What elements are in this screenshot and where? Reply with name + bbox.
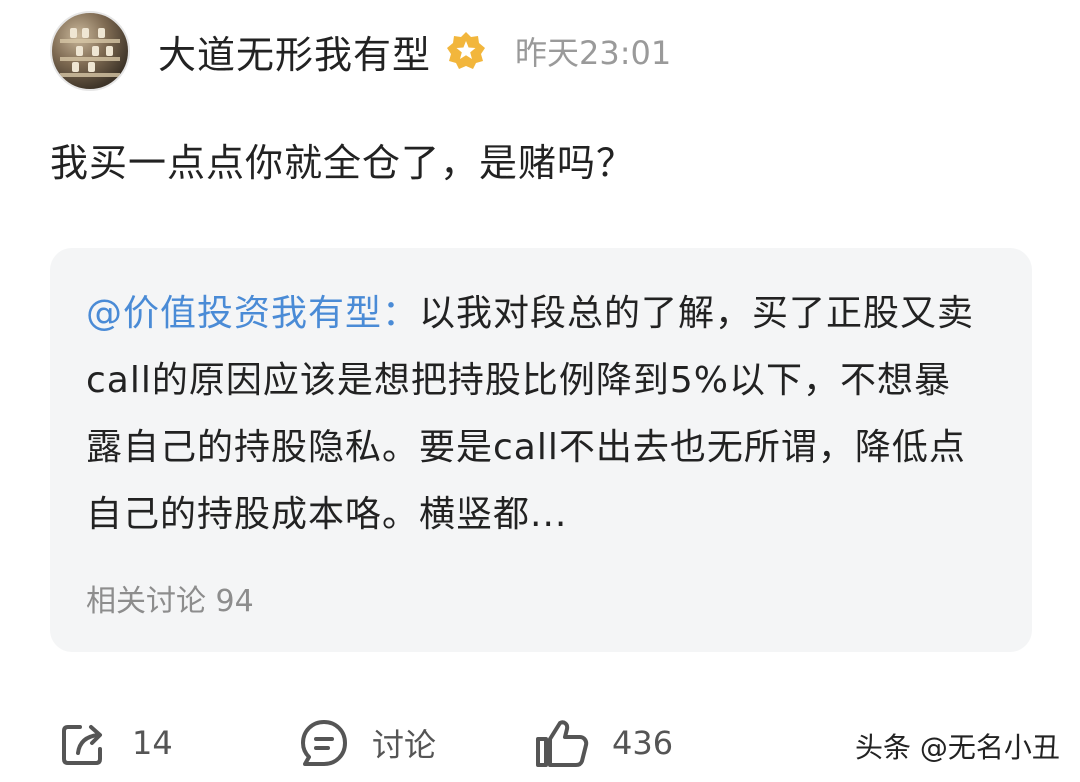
related-discussion-count[interactable]: 相关讨论 94 [86,576,254,620]
thumbs-up-icon [536,720,589,767]
comment-icon [301,720,347,766]
vip-star-badge-icon [445,30,487,72]
comment-label: 讨论 [372,726,437,764]
mention-link[interactable]: @价值投资我有型： [86,293,419,334]
like-count: 436 [612,724,674,762]
post-text: 我买一点点你就全仓了，是赌吗？ [50,141,636,185]
avatar[interactable] [50,11,130,91]
author-name[interactable]: 大道无形我有型 [158,24,431,79]
post-header: 大道无形我有型 昨天23:01 [50,10,671,92]
share-button[interactable]: 14 [58,712,173,774]
watermark: 头条 @无名小丑 [855,731,1060,764]
share-count: 14 [132,724,173,762]
share-icon [62,725,102,765]
comment-button[interactable]: 讨论 [298,712,436,774]
post-timestamp: 昨天23:01 [515,34,672,72]
like-button[interactable]: 436 [534,712,673,774]
quoted-post-card[interactable]: @价值投资我有型：以我对段总的了解，买了正股又卖call的原因应该是想把持股比例… [50,248,1032,652]
quoted-post-text: @价值投资我有型：以我对段总的了解，买了正股又卖call的原因应该是想把持股比例… [86,280,986,548]
